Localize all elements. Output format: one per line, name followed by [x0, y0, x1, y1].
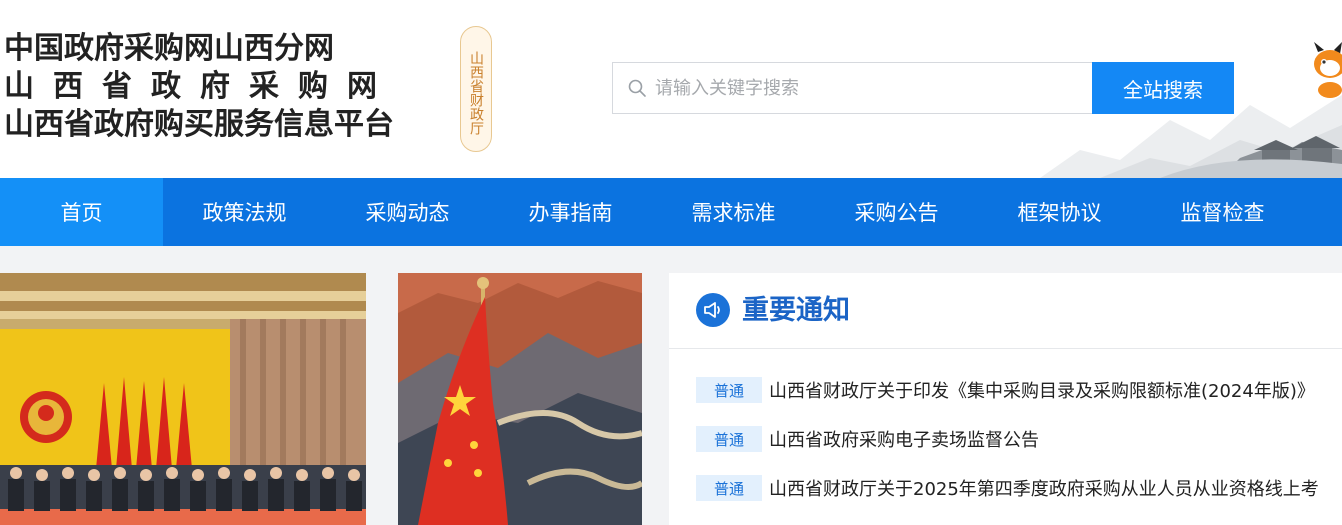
nav-item-framework-agreements[interactable]: 框架协议 — [978, 178, 1141, 246]
important-notices-panel: 重要通知 普通 山西省财政厅关于印发《集中采购目录及采购限额标准(2024年版)… — [669, 273, 1342, 525]
notice-priority-tag: 普通 — [696, 475, 762, 501]
news-photo-assembly-hall[interactable] — [0, 273, 366, 525]
nav-item-procurement-news[interactable]: 采购动态 — [326, 178, 489, 246]
megaphone-icon — [696, 293, 730, 327]
nav-item-demand-standards[interactable]: 需求标准 — [652, 178, 815, 246]
mascot-icon — [1314, 42, 1342, 98]
notice-item[interactable]: 普通 山西省政府采购电子卖场监督公告 — [696, 426, 1342, 452]
site-title-line-2: 山西省政府采购网 — [4, 69, 396, 104]
nav-item-service-guide[interactable]: 办事指南 — [489, 178, 652, 246]
notice-panel-header: 重要通知 — [669, 273, 1342, 349]
nav-item-policies[interactable]: 政策法规 — [163, 178, 326, 246]
department-badge: 山西省财政厅 — [460, 26, 492, 152]
notice-priority-tag: 普通 — [696, 426, 762, 452]
nav-item-procurement-notices[interactable]: 采购公告 — [815, 178, 978, 246]
notice-link[interactable]: 山西省政府采购电子卖场监督公告 — [769, 426, 1039, 452]
scenery-illustration — [1040, 95, 1342, 178]
notice-panel-title: 重要通知 — [742, 295, 850, 326]
site-title[interactable]: 中国政府采购网山西分网 山西省政府采购网 山西省政府购买服务信息平台 — [4, 30, 454, 144]
main-nav: 首页 政策法规 采购动态 办事指南 需求标准 采购公告 框架协议 监督检查 — [0, 178, 1342, 246]
notice-item[interactable]: 普通 山西省财政厅关于2025年第四季度政府采购从业人员从业资格线上考 — [696, 475, 1342, 501]
notice-list: 普通 山西省财政厅关于印发《集中采购目录及采购限额标准(2024年版)》 普通 … — [696, 377, 1342, 524]
nav-item-home[interactable]: 首页 — [0, 178, 163, 246]
notice-priority-tag: 普通 — [696, 377, 762, 403]
page: 中国政府采购网山西分网 山西省政府采购网 山西省政府购买服务信息平台 山西省财政… — [0, 0, 1342, 525]
notice-item[interactable]: 普通 山西省财政厅关于印发《集中采购目录及采购限额标准(2024年版)》 — [696, 377, 1342, 403]
notice-link[interactable]: 山西省财政厅关于2025年第四季度政府采购从业人员从业资格线上考 — [769, 475, 1319, 501]
department-badge-label: 山西省财政厅 — [468, 51, 484, 135]
site-title-line-3: 山西省政府购买服务信息平台 — [4, 107, 394, 142]
search-input[interactable] — [655, 77, 1075, 99]
site-header: 中国政府采购网山西分网 山西省政府采购网 山西省政府购买服务信息平台 山西省财政… — [0, 0, 1342, 178]
site-title-line-1: 中国政府采购网山西分网 — [4, 31, 334, 66]
search-box — [612, 62, 1094, 114]
notice-link[interactable]: 山西省财政厅关于印发《集中采购目录及采购限额标准(2024年版)》 — [769, 377, 1315, 403]
news-photo-flag-great-wall[interactable] — [398, 273, 642, 525]
nav-item-supervision[interactable]: 监督检查 — [1141, 178, 1304, 246]
search-icon — [628, 79, 646, 97]
